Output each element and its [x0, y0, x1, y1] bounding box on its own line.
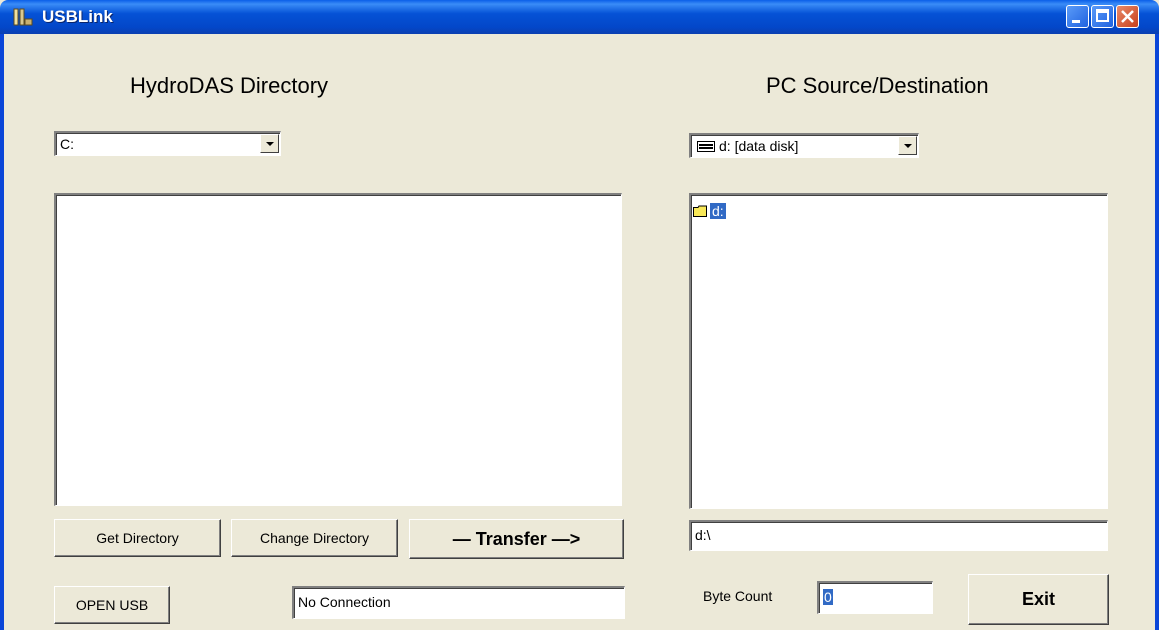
change-directory-button[interactable]: Change Directory [231, 519, 398, 557]
folder-icon [693, 205, 707, 217]
pc-source-destination-heading: PC Source/Destination [766, 73, 989, 98]
byte-count-value: 0 [823, 589, 833, 605]
hydrodas-drive-dropdown-button[interactable] [260, 134, 279, 153]
byte-count-label: Byte Count [703, 588, 773, 604]
hydrodas-drive-value: C: [60, 136, 74, 152]
connection-status-text: No Connection [298, 594, 391, 610]
get-directory-button[interactable]: Get Directory [54, 519, 221, 557]
pc-path-value: d:\ [695, 527, 711, 543]
minimize-icon [1072, 20, 1080, 23]
pc-drive-dropdown-button[interactable] [898, 136, 917, 155]
connection-status-field: No Connection [292, 586, 625, 619]
app-icon [13, 8, 33, 26]
chevron-down-icon [904, 144, 912, 148]
close-button[interactable] [1116, 5, 1139, 28]
window-frame-right [1155, 34, 1159, 630]
exit-button[interactable]: Exit [968, 574, 1109, 625]
maximize-button[interactable] [1091, 5, 1114, 28]
disk-drive-icon [697, 141, 715, 152]
chevron-down-icon [266, 142, 274, 146]
hydrodas-file-list[interactable] [54, 193, 622, 506]
byte-count-field[interactable]: 0 [817, 581, 933, 614]
close-icon [1121, 10, 1134, 23]
open-usb-button[interactable]: OPEN USB [54, 586, 170, 624]
pc-folder-tree[interactable]: d: [689, 193, 1108, 509]
hydrodas-drive-combo[interactable]: C: [54, 131, 281, 156]
hydrodas-directory-heading: HydroDAS Directory [130, 73, 329, 98]
pc-path-field[interactable]: d:\ [689, 520, 1108, 551]
maximize-icon [1096, 9, 1109, 22]
transfer-button[interactable]: — Transfer —> [409, 519, 624, 559]
minimize-button[interactable] [1066, 5, 1089, 28]
title-bar[interactable] [0, 0, 1159, 34]
window-title: USBLink [42, 7, 113, 26]
pc-drive-combo[interactable]: d: [data disk] [689, 133, 919, 158]
window-frame-left [0, 34, 4, 630]
pc-drive-value: d: [data disk] [719, 138, 799, 154]
tree-item-label: d: [710, 203, 726, 219]
